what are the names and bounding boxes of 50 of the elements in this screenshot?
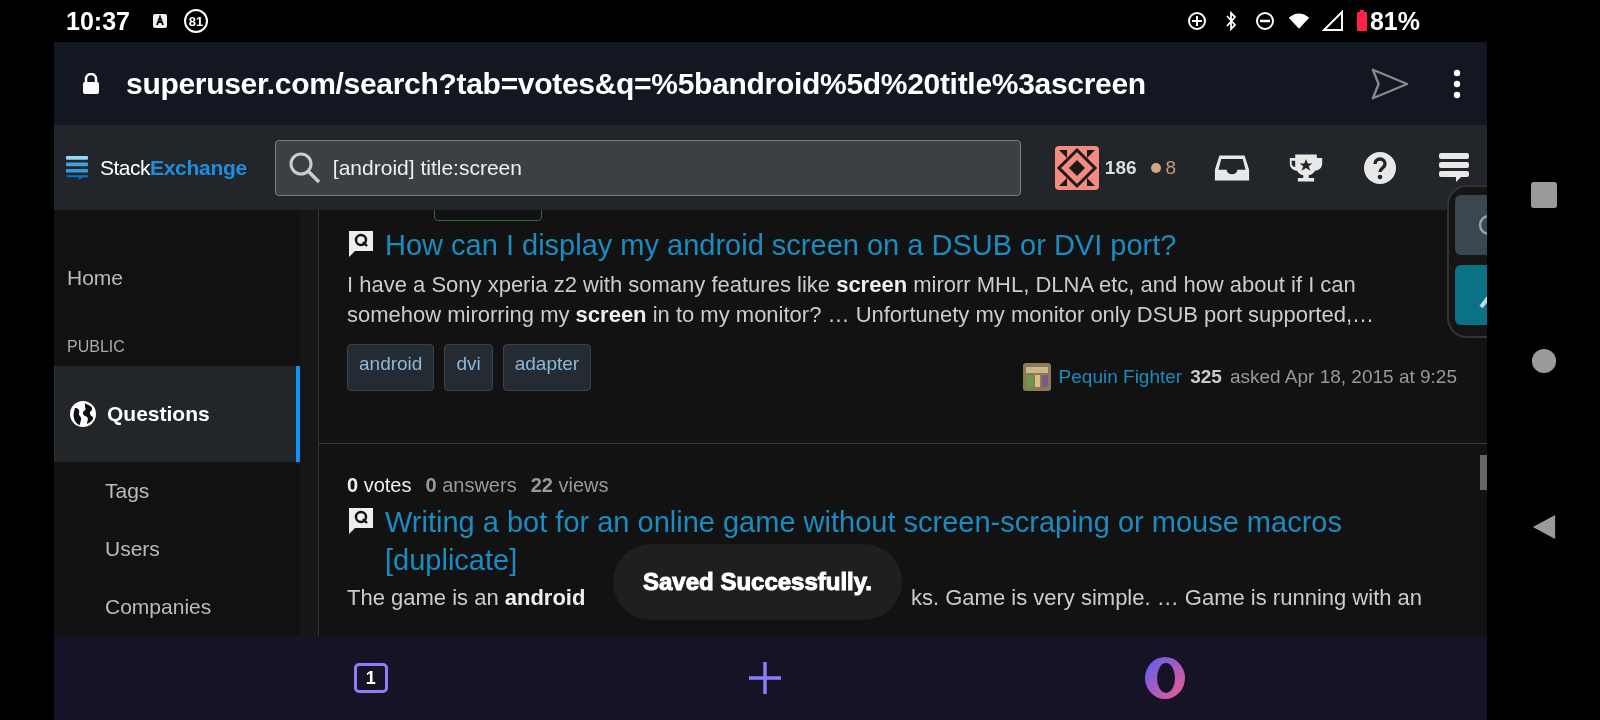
battery-icon (1355, 10, 1368, 32)
sidebar-item[interactable]: Questions (54, 366, 300, 462)
notification-badge: 81 (183, 9, 208, 33)
recents-icon[interactable] (1530, 182, 1557, 208)
globe-icon (69, 400, 97, 428)
vote-count: 0 votes (347, 474, 412, 497)
tag-chip[interactable]: android (347, 344, 435, 391)
sidebar-item[interactable]: Home (54, 262, 300, 294)
scrollbar-thumb[interactable] (1480, 455, 1487, 490)
bronze-badge-icon (1150, 162, 1161, 173)
sidebar-section-label: PUBLIC (66, 338, 126, 356)
asked-date: asked Apr 18, 2015 at 9:25 (1229, 366, 1457, 388)
tag-chip[interactable]: dvi (444, 344, 493, 391)
sidebar-item[interactable]: Tags (54, 462, 300, 520)
do-not-disturb-icon (1253, 10, 1276, 32)
author-link[interactable]: Pequin Fighter (1058, 366, 1183, 388)
ring-logo-icon[interactable] (1143, 656, 1188, 700)
search-icon (287, 150, 322, 185)
question-excerpt: The game is an android (347, 585, 586, 611)
author-reputation: 325 (1190, 366, 1222, 388)
lock-icon (82, 72, 100, 95)
signal-icon (1321, 10, 1344, 32)
battery-level: 81% (1369, 6, 1420, 36)
tag-chip[interactable]: adapter (502, 344, 592, 391)
answer-count: 0 answers (425, 474, 517, 497)
bronze-badge-count: 8 (1165, 156, 1177, 179)
question-icon (347, 229, 375, 259)
plus-icon[interactable] (747, 660, 784, 696)
question-title-link[interactable]: How can I display my android screen on a DSUB or DVI port? (385, 226, 1177, 264)
sidebar-item[interactable]: Users (54, 520, 300, 578)
send-icon[interactable] (1371, 66, 1409, 101)
home-icon[interactable] (1530, 348, 1557, 374)
app-notification-icon (151, 13, 168, 29)
menu-icon[interactable] (1453, 68, 1461, 99)
toast-message: Saved Successfully. (613, 544, 902, 620)
avatar-icon[interactable] (1054, 145, 1099, 190)
help-icon[interactable] (1362, 150, 1399, 185)
location-icon (1185, 10, 1208, 32)
search-field[interactable]: [android] title:screen (274, 139, 1021, 196)
question-excerpt: I have a Sony xperia z2 with somany features like screen mirorr MHL, DLNA etc, and how about if I can somehow mirorring my screen in to my monitor? … Unfortunety my monitor only DSUB port supported,… (347, 271, 1376, 329)
site-logo[interactable]: StackExchange (66, 155, 247, 180)
view-count: 22 views (530, 474, 609, 497)
chat-icon[interactable] (1455, 195, 1487, 255)
tab-count-button[interactable]: 1 (353, 663, 388, 693)
reputation-count: 186 (1104, 156, 1137, 179)
clock: 10:37 (66, 6, 130, 36)
sidebar-item[interactable]: Companies (54, 578, 300, 636)
user-avatar-icon[interactable] (1022, 363, 1051, 391)
question-icon (347, 506, 375, 536)
question-excerpt: ks. Game is very simple. … Game is running with an (911, 585, 1423, 611)
